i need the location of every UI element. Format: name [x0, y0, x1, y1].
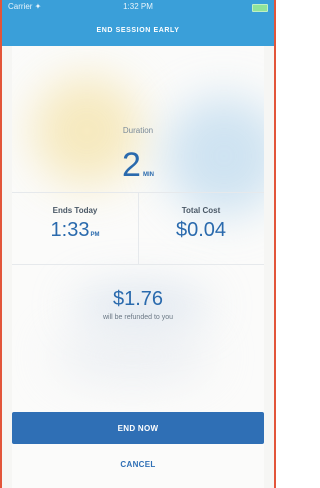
app-frame: Carrier ✦ 1:32 PM END SESSION EARLY Dura…: [0, 0, 276, 488]
duration-value: 2 MIN: [12, 146, 264, 185]
header-title: END SESSION EARLY: [96, 27, 180, 34]
duration-label: Duration: [122, 126, 154, 135]
end-now-button[interactable]: END NOW: [12, 412, 264, 444]
status-time: 1:32 PM: [123, 2, 153, 11]
cancel-button[interactable]: CANCEL: [12, 452, 264, 476]
duration-unit: MIN: [142, 172, 154, 178]
total-cost-stat: Total Cost $0.04: [138, 206, 264, 242]
refund-amount: $1.76: [112, 288, 164, 310]
ends-suffix: PM: [90, 232, 100, 238]
battery-icon: [252, 4, 268, 12]
ends-today-stat: Ends Today 1:33PM: [12, 206, 138, 242]
header-bar: END SESSION EARLY: [2, 14, 274, 46]
ends-today-value: 1:33PM: [12, 219, 138, 242]
total-cost-value: $0.04: [175, 219, 227, 241]
refund-caption: will be refunded to you: [102, 314, 174, 321]
session-card: Duration 2 MIN Ends Today 1:33PM Total Co…: [12, 46, 264, 488]
divider: [12, 264, 264, 265]
ends-time: 1:33: [50, 219, 90, 241]
duration-number: 2: [122, 146, 141, 184]
ends-today-label: Ends Today: [52, 206, 98, 215]
total-cost-label: Total Cost: [181, 206, 221, 215]
background-blur: [52, 326, 212, 386]
status-bar: Carrier ✦ 1:32 PM: [2, 0, 274, 14]
